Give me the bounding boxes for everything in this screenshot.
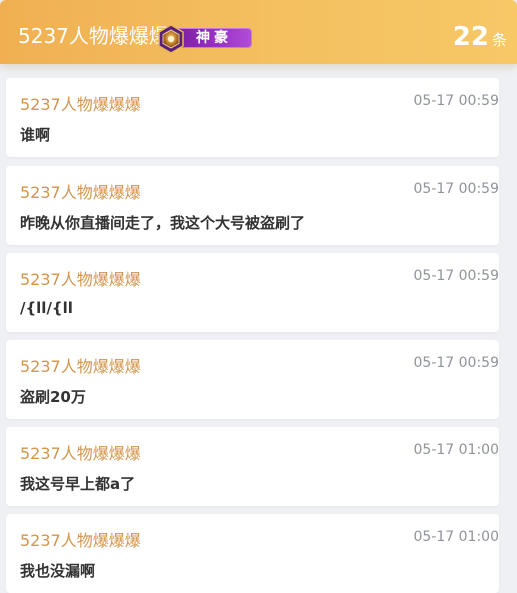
gem-icon xyxy=(158,24,184,54)
message-time: 05-17 00:59 xyxy=(413,93,499,109)
count-unit: 条 xyxy=(491,31,507,49)
message-text: 我这号早上都a了 xyxy=(20,475,136,493)
message-card[interactable]: 5237人物爆爆爆 05-17 00:59 谁啊 xyxy=(6,78,499,157)
message-sender[interactable]: 5237人物爆爆爆 xyxy=(20,179,141,203)
count-number: 22 xyxy=(452,22,489,52)
message-sender[interactable]: 5237人物爆爆爆 xyxy=(20,91,141,115)
message-time: 05-17 00:59 xyxy=(413,355,499,371)
message-card[interactable]: 5237人物爆爆爆 05-17 01:00 我也没漏啊 xyxy=(6,514,499,593)
message-card[interactable]: 5237人物爆爆爆 05-17 01:00 我这号早上都a了 xyxy=(6,427,499,506)
message-sender[interactable]: 5237人物爆爆爆 xyxy=(20,353,141,377)
message-card[interactable]: 5237人物爆爆爆 05-17 00:59 /{ll/{ll xyxy=(6,253,499,332)
header-username[interactable]: 5237人物爆爆爆 xyxy=(18,20,169,49)
message-time: 05-17 01:00 xyxy=(413,529,499,545)
message-card[interactable]: 5237人物爆爆爆 05-17 00:59 盗刷20万 xyxy=(6,340,499,419)
message-text: 我也没漏啊 xyxy=(20,562,96,580)
message-text: 谁啊 xyxy=(20,126,51,144)
message-time: 05-17 00:59 xyxy=(413,181,499,197)
message-time: 05-17 01:00 xyxy=(413,442,499,458)
vip-badge: 神豪 xyxy=(156,24,256,54)
message-sender[interactable]: 5237人物爆爆爆 xyxy=(20,266,141,290)
message-sender[interactable]: 5237人物爆爆爆 xyxy=(20,440,141,464)
message-sender[interactable]: 5237人物爆爆爆 xyxy=(20,527,141,551)
badge-label: 神豪 xyxy=(196,30,232,46)
chat-header: 5237人物爆爆爆 神豪 22 条 xyxy=(0,0,517,64)
message-text: 昨晚从你直播间走了，我这个大号被盗刷了 xyxy=(20,214,306,232)
message-count: 22 条 xyxy=(453,22,507,52)
message-time: 05-17 00:59 xyxy=(413,268,499,284)
message-text: /{ll/{ll xyxy=(20,299,73,317)
message-text: 盗刷20万 xyxy=(20,388,86,406)
message-card[interactable]: 5237人物爆爆爆 05-17 00:59 昨晚从你直播间走了，我这个大号被盗刷… xyxy=(6,166,499,245)
